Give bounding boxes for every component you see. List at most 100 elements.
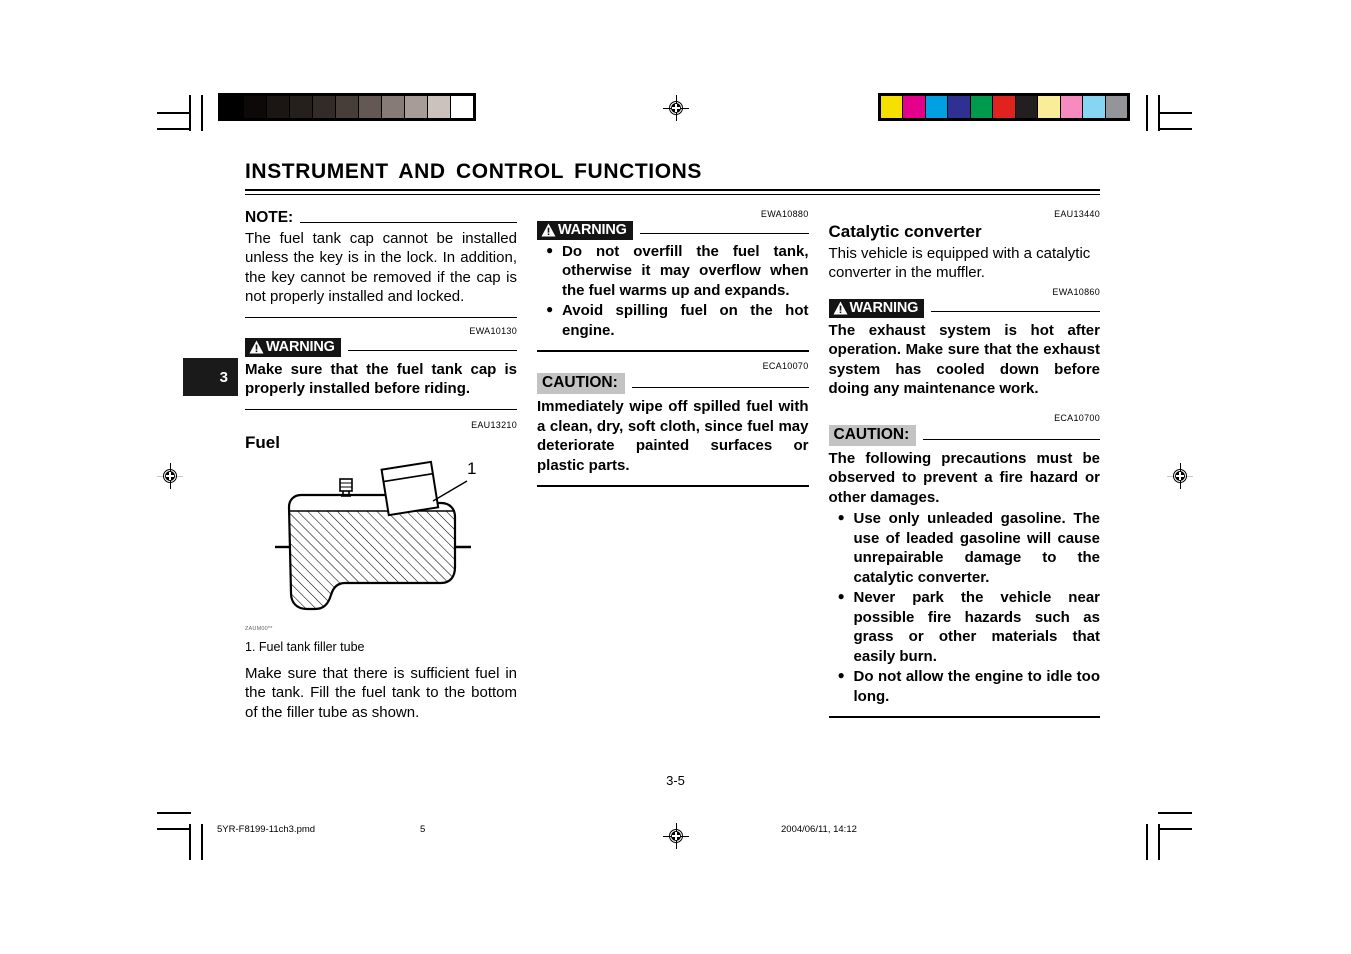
footer-timestamp: 2004/06/11, 14:12 xyxy=(781,824,857,835)
right-column: EAU13440 Catalytic converter This vehicl… xyxy=(828,208,1101,723)
warning-badge: WARNING xyxy=(537,220,633,240)
grayscale-swatch xyxy=(267,96,289,118)
color-swatch xyxy=(948,96,970,118)
right-caution-code: ECA10700 xyxy=(1054,412,1100,423)
note-section-rule xyxy=(245,316,517,318)
middle-warning-bullets: Do not overfill the fuel tank, otherwise… xyxy=(537,241,808,341)
crop-mark-bottom-left-h xyxy=(157,812,191,814)
grayscale-swatch xyxy=(428,96,450,118)
right-warning-code: EWA10860 xyxy=(1052,286,1100,297)
middle-warning-rule xyxy=(639,233,809,234)
grayscale-swatch xyxy=(313,96,335,118)
registration-mark-top-center xyxy=(663,95,689,121)
left-warning-code: EWA10130 xyxy=(469,325,517,336)
color-swatch xyxy=(925,96,948,118)
page-number: 3-5 xyxy=(666,773,685,788)
title-rule-upper xyxy=(245,189,1100,191)
right-warning-body: The exhaust system is hot after operatio… xyxy=(828,321,1101,398)
footer-filename: 5YR-F8199-11ch3.pmd xyxy=(217,824,316,835)
right-caution-banner: CAUTION: xyxy=(828,424,1100,446)
color-swatch xyxy=(1083,96,1105,118)
catalytic-code: EAU13440 xyxy=(1054,208,1100,219)
color-calibration-bar xyxy=(878,93,1130,121)
warning-triangle-icon xyxy=(833,301,848,315)
crop-mark-bottom-right-v2 xyxy=(1146,824,1148,860)
title-rule-lower xyxy=(245,193,1100,195)
color-swatch xyxy=(970,96,993,118)
left-warning-body: Make sure that the fuel tank cap is prop… xyxy=(245,360,517,398)
fuel-body: Make sure that there is sufficient fuel … xyxy=(245,664,517,721)
warning-badge-label: WARNING xyxy=(849,299,919,316)
middle-warning-banner: WARNING xyxy=(537,220,809,240)
warning-badge: WARNING xyxy=(245,337,341,357)
middle-caution-body: Immediately wipe off spilled fuel with a… xyxy=(537,398,809,474)
crop-mark-top-left-h xyxy=(157,112,191,114)
left-warning-section-rule xyxy=(245,408,517,410)
registration-mark-right-middle xyxy=(1167,463,1193,489)
list-item: Do not allow the engine to idle too long… xyxy=(838,666,1100,706)
color-swatch xyxy=(1060,96,1083,118)
crop-mark-top-left-h2 xyxy=(157,128,191,130)
catalytic-body: This vehicle is equipped with a catalyti… xyxy=(828,244,1091,282)
right-caution-section-rule xyxy=(828,716,1100,718)
list-item: Never park the vehicle near possible fir… xyxy=(838,587,1100,666)
warning-badge-label: WARNING xyxy=(558,221,627,238)
middle-caution-rule xyxy=(631,387,809,388)
chapter-tab-number: 3 xyxy=(219,368,228,386)
grayscale-calibration-bar xyxy=(218,93,476,121)
list-item: Use only unleaded gasoline. The use of l… xyxy=(838,508,1100,587)
footer-sheet-number: 5 xyxy=(420,824,426,835)
crop-mark-bottom-right-h xyxy=(1158,812,1192,814)
color-swatch xyxy=(903,96,925,118)
grayscale-swatch xyxy=(244,96,266,118)
fuel-tank-diagram-svg xyxy=(275,460,471,610)
middle-warning-section-rule xyxy=(537,350,809,352)
crop-mark-top-left-v xyxy=(189,95,191,131)
note-label: NOTE: xyxy=(245,208,294,226)
warning-badge-label: WARNING xyxy=(266,338,335,355)
left-warning-rule xyxy=(347,350,517,351)
warning-triangle-icon xyxy=(541,223,556,237)
registration-mark-bottom-center xyxy=(663,823,689,849)
grayscale-swatch xyxy=(221,96,243,118)
right-caution-body: The following precautions must be observ… xyxy=(828,449,1101,506)
note-heading-row: NOTE: xyxy=(245,209,517,227)
middle-caution-section-rule xyxy=(537,485,809,487)
fuel-tank-figure: 1 ZAUM00** xyxy=(245,459,517,634)
warning-triangle-icon xyxy=(249,340,264,354)
grayscale-swatch xyxy=(359,96,381,118)
vent-fitting xyxy=(339,477,353,497)
crop-mark-top-left-v2 xyxy=(201,95,203,131)
middle-column: EWA10880 WARNING Do not overfill the fue… xyxy=(537,209,809,723)
list-item: Do not overfill the fuel tank, otherwise… xyxy=(546,241,808,301)
caution-badge: CAUTION: xyxy=(828,424,917,446)
color-swatch xyxy=(1015,96,1038,118)
figure-caption: 1. Fuel tank filler tube xyxy=(245,639,365,654)
left-warning-banner: WARNING xyxy=(245,337,517,357)
crop-mark-bottom-left-v2 xyxy=(201,824,203,860)
grayscale-swatch xyxy=(451,96,473,118)
color-swatch xyxy=(993,96,1015,118)
registration-mark-left-middle xyxy=(157,463,183,489)
middle-caution-banner: CAUTION: xyxy=(537,373,809,394)
grayscale-swatch xyxy=(382,96,404,118)
list-item: Avoid spilling fuel on the hot engine. xyxy=(546,300,808,340)
crop-mark-bottom-right-h2 xyxy=(1158,828,1192,830)
caution-badge: CAUTION: xyxy=(537,373,625,394)
note-body: The fuel tank cap cannot be installed un… xyxy=(245,229,517,306)
crop-mark-top-right-h2 xyxy=(1158,128,1192,130)
color-swatch xyxy=(1105,96,1127,118)
right-warning-banner: WARNING xyxy=(828,298,1100,318)
right-warning-rule xyxy=(931,311,1100,312)
middle-caution-code: ECA10070 xyxy=(762,361,809,371)
grayscale-swatch xyxy=(405,96,427,118)
crop-mark-top-right-h xyxy=(1158,112,1192,114)
crop-mark-top-right-v xyxy=(1158,95,1160,131)
crop-mark-top-right-v2 xyxy=(1146,95,1148,131)
color-swatch xyxy=(881,96,903,118)
page-title: INSTRUMENT AND CONTROL FUNCTIONS xyxy=(245,160,703,183)
crop-mark-bottom-left-h2 xyxy=(157,828,191,830)
figure-callout-1: 1 xyxy=(467,458,477,478)
left-column: NOTE: The fuel tank cap cannot be instal… xyxy=(245,209,517,723)
chapter-tab-marker: 3 xyxy=(183,358,238,396)
